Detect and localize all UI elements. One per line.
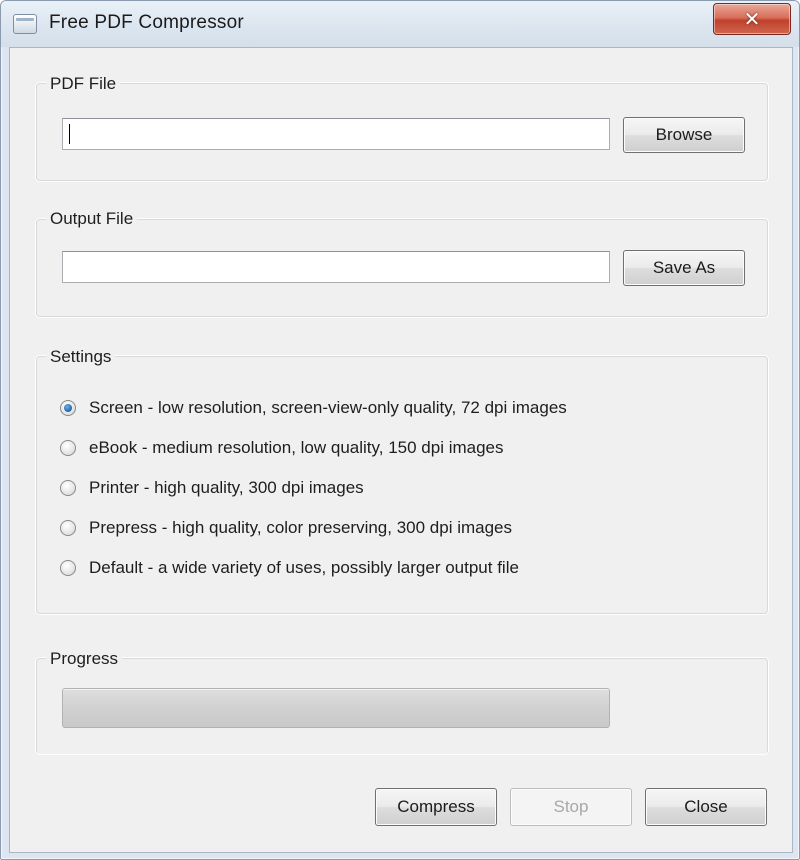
app-window-icon xyxy=(13,14,37,34)
radio-button[interactable] xyxy=(60,440,76,456)
close-icon: ✕ xyxy=(743,8,761,31)
radio-option-prepress[interactable]: Prepress - high quality, color preservin… xyxy=(60,516,512,540)
radio-button[interactable] xyxy=(60,560,76,576)
close-button[interactable]: Close xyxy=(645,788,767,826)
radio-button[interactable] xyxy=(60,400,76,416)
window-title: Free PDF Compressor xyxy=(49,12,244,33)
progress-group-label: Progress xyxy=(46,649,123,669)
radio-option-printer[interactable]: Printer - high quality, 300 dpi images xyxy=(60,476,364,500)
settings-group-label: Settings xyxy=(46,347,116,367)
text-caret xyxy=(69,124,70,144)
progress-bar xyxy=(62,688,610,728)
radio-option-label: Printer - high quality, 300 dpi images xyxy=(89,478,364,497)
radio-option-label: Default - a wide variety of uses, possib… xyxy=(89,558,519,577)
browse-button[interactable]: Browse xyxy=(623,117,745,153)
radio-option-label: Screen - low resolution, screen-view-onl… xyxy=(89,398,567,417)
radio-option-screen[interactable]: Screen - low resolution, screen-view-onl… xyxy=(60,396,567,420)
app-window: Free PDF Compressor ✕ PDF File Browse Ou… xyxy=(0,0,800,860)
output-file-group-label: Output File xyxy=(46,209,138,229)
compress-button[interactable]: Compress xyxy=(375,788,497,826)
save-as-button[interactable]: Save As xyxy=(623,250,745,286)
radio-option-default[interactable]: Default - a wide variety of uses, possib… xyxy=(60,556,519,580)
stop-button[interactable]: Stop xyxy=(510,788,632,826)
pdf-file-group-label: PDF File xyxy=(46,74,121,94)
radio-option-ebook[interactable]: eBook - medium resolution, low quality, … xyxy=(60,436,504,460)
radio-button[interactable] xyxy=(60,520,76,536)
radio-option-label: Prepress - high quality, color preservin… xyxy=(89,518,513,537)
dialog-client-area: PDF File Browse Output File Save As Sett… xyxy=(9,47,793,853)
radio-button[interactable] xyxy=(60,480,76,496)
output-file-input[interactable] xyxy=(62,251,610,283)
title-bar[interactable]: Free PDF Compressor ✕ xyxy=(1,1,799,47)
radio-option-label: eBook - medium resolution, low quality, … xyxy=(89,438,504,457)
window-close-button[interactable]: ✕ xyxy=(713,3,791,35)
pdf-file-input[interactable] xyxy=(62,118,610,150)
